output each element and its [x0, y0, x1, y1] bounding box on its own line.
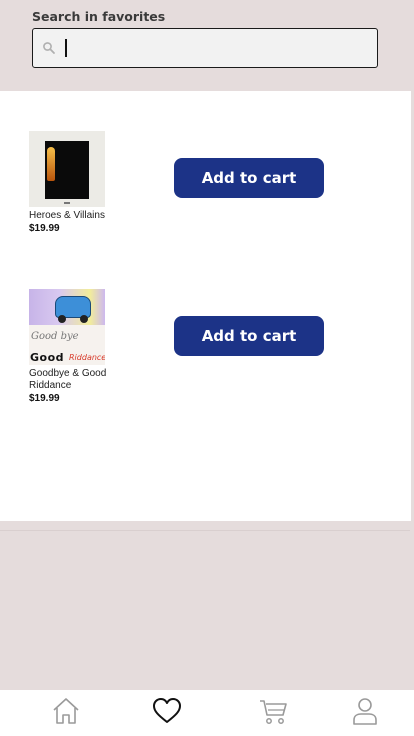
search-box[interactable]: [32, 28, 378, 68]
favorite-item: Good bye Good Riddance Goodbye & Good Ri…: [29, 289, 389, 404]
profile-icon[interactable]: [350, 696, 380, 726]
add-to-cart-button[interactable]: Add to cart: [174, 316, 324, 356]
bottom-nav: [0, 690, 414, 736]
item-price: $19.99: [29, 223, 60, 234]
favorite-item: Heroes & Villains $19.99 Add to cart: [29, 131, 389, 234]
item-title: Heroes & Villains: [29, 210, 105, 221]
album-cover[interactable]: [29, 131, 105, 207]
search-icon: [43, 42, 55, 54]
cart-icon[interactable]: [258, 696, 288, 726]
album-cover[interactable]: Good bye Good Riddance: [29, 289, 105, 365]
search-label: Search in favorites: [32, 9, 166, 24]
heart-icon[interactable]: [152, 696, 182, 726]
text-cursor: [65, 39, 67, 57]
item-price: $19.99: [29, 393, 60, 404]
item-title: Goodbye & Good Riddance: [29, 368, 107, 391]
add-to-cart-button[interactable]: Add to cart: [174, 158, 324, 198]
home-icon[interactable]: [51, 696, 81, 726]
divider: [0, 530, 410, 531]
search-input[interactable]: [63, 35, 363, 61]
